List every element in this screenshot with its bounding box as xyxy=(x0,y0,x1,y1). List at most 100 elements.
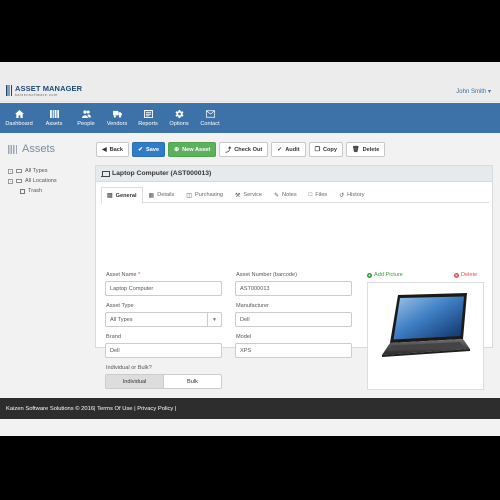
nav-options-label: Options xyxy=(169,120,189,127)
home-icon xyxy=(14,109,24,118)
individual-bulk-label: Individual or Bulk? xyxy=(106,365,152,371)
envelope-icon xyxy=(205,109,215,118)
asset-type-select[interactable]: All Types ▼ xyxy=(105,312,222,327)
asset-toolbar: ◀ Back ✔ Save ⊕ New Asset ⤴ Check Out ✓ … xyxy=(96,142,386,157)
tab-label: Notes xyxy=(282,192,297,198)
wrench-icon: ⚒ xyxy=(234,192,241,199)
tree-item-all-types[interactable]: + All Types xyxy=(8,166,57,176)
asset-number-field[interactable]: AST000013 xyxy=(235,281,352,296)
individual-option[interactable]: Individual xyxy=(106,375,164,388)
copy-label: Copy xyxy=(322,146,337,153)
people-icon xyxy=(81,109,91,118)
assets-icon xyxy=(49,109,59,118)
details-icon: ▦ xyxy=(148,192,155,199)
audit-button[interactable]: ✓ Audit xyxy=(271,142,306,157)
copy-button[interactable]: ❐ Copy xyxy=(308,142,343,157)
brand-value: Dell xyxy=(110,347,120,354)
asset-name-value: Laptop Computer xyxy=(110,285,154,292)
assets-icon xyxy=(8,144,18,154)
check-out-button[interactable]: ⤴ Check Out xyxy=(219,142,269,157)
brand-field[interactable]: Dell xyxy=(105,343,222,358)
check-icon: ✔ xyxy=(138,147,144,153)
nav-people[interactable]: People xyxy=(70,103,102,133)
tree-item-all-locations[interactable]: + All Locations xyxy=(8,176,57,186)
new-asset-button[interactable]: ⊕ New Asset xyxy=(168,142,217,157)
brand-label: Brand xyxy=(106,334,121,340)
asset-tree: + All Types + All Locations Trash xyxy=(8,166,57,196)
nav-dashboard-label: Dashboard xyxy=(5,120,33,127)
tree-item-label: Trash xyxy=(28,188,43,194)
footer-text: Kaizen Software Solutions © 2016| Terms … xyxy=(6,405,177,412)
logo-icon xyxy=(6,85,13,96)
delete-picture-label: Delete xyxy=(461,272,478,278)
model-value: XPS xyxy=(240,347,252,354)
user-menu[interactable]: John Smith ▾ xyxy=(456,88,491,95)
plus-circle-icon: + xyxy=(367,272,372,278)
tab-label: Details xyxy=(157,192,175,198)
back-label: Back xyxy=(109,146,123,153)
asset-type-value: All Types xyxy=(110,316,133,323)
asset-number-label: Asset Number (barcode) xyxy=(236,272,297,278)
tab-label: General xyxy=(115,192,137,199)
back-arrow-icon: ◀ xyxy=(102,147,107,153)
file-icon: □ xyxy=(308,192,313,198)
nav-dashboard[interactable]: Dashboard xyxy=(0,103,38,133)
asset-tabs: ▤ General ▦ Details ◫ Purchasing ⚒ Servi… xyxy=(101,187,489,204)
bulk-option[interactable]: Bulk xyxy=(164,375,221,388)
model-field[interactable]: XPS xyxy=(235,343,352,358)
save-label: Save xyxy=(146,146,160,153)
add-picture-button[interactable]: + Add Picture xyxy=(367,272,403,278)
new-asset-label: New Asset xyxy=(182,146,211,153)
audit-label: Audit xyxy=(285,146,300,153)
manufacturer-label: Manufacturer xyxy=(236,303,269,309)
app-logo[interactable]: ASSET MANAGER kaizensoftware.com xyxy=(6,85,82,97)
asset-name-field[interactable]: Laptop Computer xyxy=(105,281,222,296)
tab-purchasing[interactable]: ◫ Purchasing xyxy=(180,187,229,203)
nav-assets[interactable]: Assets xyxy=(38,103,70,133)
history-icon: ↺ xyxy=(339,192,345,199)
top-bar: ASSET MANAGER kaizensoftware.com John Sm… xyxy=(0,62,500,102)
tab-label: Files xyxy=(315,192,328,198)
page-bottom xyxy=(0,419,500,436)
check-out-label: Check Out xyxy=(234,146,263,153)
expand-icon[interactable]: + xyxy=(8,178,13,184)
nav-assets-label: Assets xyxy=(45,120,63,127)
tab-label: Purchasing xyxy=(194,192,223,198)
tab-label: Service xyxy=(243,192,263,198)
manufacturer-value: Dell xyxy=(240,316,250,323)
general-icon: ▤ xyxy=(107,193,113,199)
nav-contact[interactable]: Contact xyxy=(194,103,226,133)
logo-subtitle: kaizensoftware.com xyxy=(15,93,58,97)
tab-history[interactable]: ↺ History xyxy=(333,187,370,203)
panel-header: Laptop Computer (AST000013) xyxy=(96,166,492,182)
tab-notes[interactable]: ✎ Notes xyxy=(268,187,303,203)
tab-details[interactable]: ▦ Details xyxy=(143,187,181,203)
nav-reports[interactable]: Reports xyxy=(132,103,164,133)
audit-check-icon: ✓ xyxy=(277,147,283,153)
individual-bulk-toggle: Individual Bulk xyxy=(105,374,222,389)
manufacturer-field[interactable]: Dell xyxy=(235,312,352,327)
trash-icon xyxy=(20,188,25,194)
nav-vendors[interactable]: Vendors xyxy=(102,103,132,133)
asset-name-label: Asset Name * xyxy=(106,272,140,278)
delete-picture-button[interactable]: × Delete xyxy=(454,272,477,278)
nav-vendors-label: Vendors xyxy=(106,120,128,127)
plus-icon: ⊕ xyxy=(174,147,180,153)
gear-icon xyxy=(175,109,183,118)
tree-item-trash[interactable]: Trash xyxy=(8,186,57,196)
save-button[interactable]: ✔ Save xyxy=(132,142,166,157)
asset-type-label: Asset Type xyxy=(106,303,134,309)
delete-button[interactable]: 🗑 Delete xyxy=(345,142,386,157)
tab-service[interactable]: ⚒ Service xyxy=(229,187,268,203)
footer: Kaizen Software Solutions © 2016| Terms … xyxy=(0,398,500,419)
nav-people-label: People xyxy=(77,120,95,127)
back-button[interactable]: ◀ Back xyxy=(96,142,129,157)
tab-label: History xyxy=(347,192,365,198)
chevron-down-icon[interactable]: ▼ xyxy=(207,313,221,326)
tab-general[interactable]: ▤ General xyxy=(101,187,143,204)
expand-icon[interactable]: + xyxy=(8,168,13,174)
tab-files[interactable]: □ Files xyxy=(303,187,333,203)
nav-options[interactable]: Options xyxy=(164,103,194,133)
folder-icon xyxy=(16,168,22,174)
sidebar-title: Assets xyxy=(8,143,55,155)
